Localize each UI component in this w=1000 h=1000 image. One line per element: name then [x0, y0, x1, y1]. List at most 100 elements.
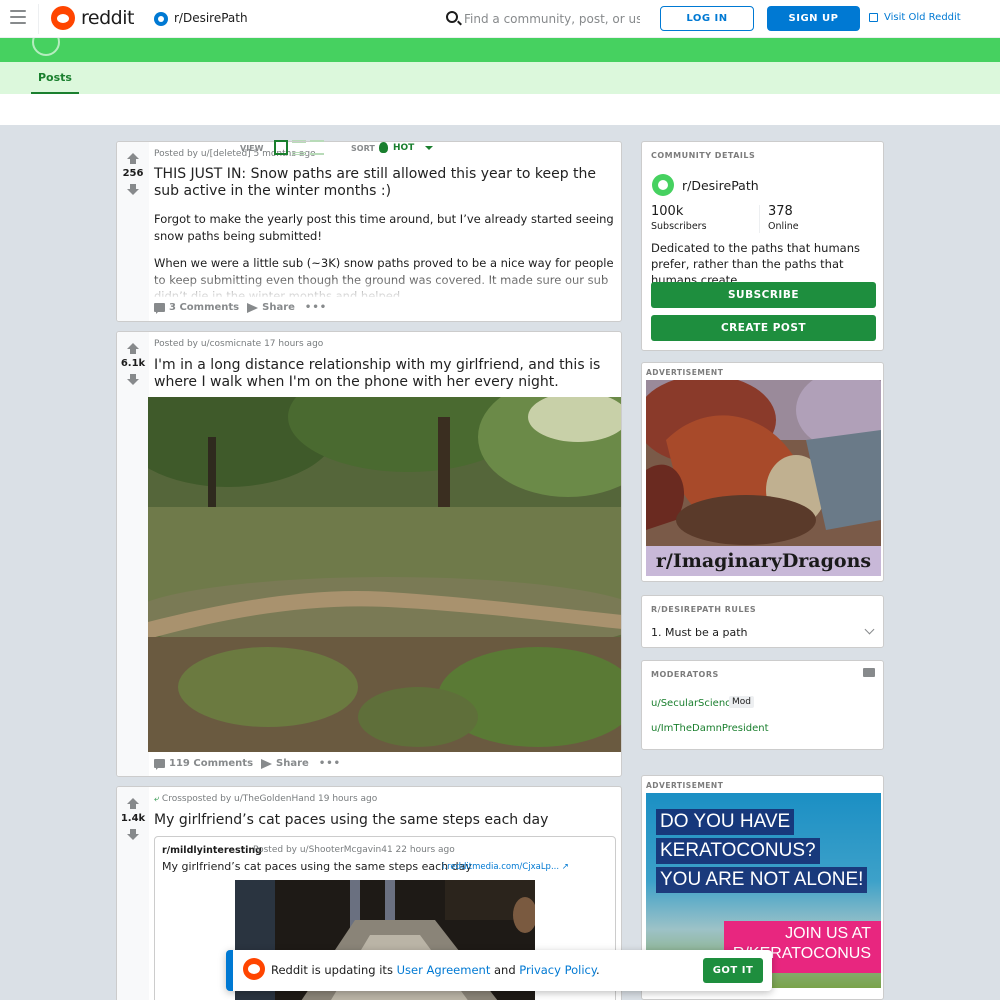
- ad-headline: KERATOCONUS?: [656, 838, 820, 864]
- post-title[interactable]: I'm in a long distance relationship with…: [154, 357, 618, 391]
- comments-button[interactable]: 119 Comments: [169, 758, 253, 769]
- post-card[interactable]: 256 Posted by u/[deleted] 5 months ago T…: [116, 141, 622, 322]
- downvote-icon[interactable]: [127, 829, 139, 841]
- post-body-paragraph: Forgot to make the yearly post this time…: [154, 212, 614, 243]
- crosspost-title[interactable]: My girlfriend’s cat paces using the same…: [162, 860, 472, 873]
- ad-label: ADVERTISEMENT: [646, 781, 724, 790]
- downvote-icon[interactable]: [127, 184, 139, 196]
- stat-divider: [759, 205, 760, 233]
- menu-icon[interactable]: [10, 10, 26, 26]
- more-options-icon[interactable]: •••: [319, 758, 341, 769]
- subscribers-label: Subscribers: [651, 221, 707, 232]
- upvote-icon[interactable]: [127, 153, 139, 165]
- community-name[interactable]: r/DesirePath: [682, 178, 759, 193]
- share-button[interactable]: Share: [276, 758, 309, 769]
- moderator-link[interactable]: u/SecularScience: [651, 698, 737, 709]
- ad-image[interactable]: r/ImaginaryDragons: [646, 380, 881, 576]
- share-icon: [261, 758, 273, 769]
- share-button[interactable]: Share: [262, 302, 295, 313]
- subreddit-header-spacer: [0, 94, 1000, 125]
- crosspost-subreddit[interactable]: r/mildlyinteresting: [162, 845, 262, 856]
- share-icon: [247, 302, 259, 313]
- crosspost-link[interactable]: i.redditmedia.com/CjxaLp... ↗: [442, 862, 569, 872]
- post-score: 6.1k: [120, 358, 146, 369]
- toast-message: Reddit is updating its User Agreement an…: [271, 963, 600, 977]
- sort-label: SORT: [351, 144, 375, 153]
- downvote-icon[interactable]: [127, 374, 139, 386]
- crosspost-meta-text: Crossposted by u/TheGoldenHand 19 hours …: [161, 794, 378, 804]
- tab-posts[interactable]: Posts: [31, 62, 79, 94]
- subscribe-button[interactable]: SUBSCRIBE: [651, 282, 876, 308]
- snoo-icon: [243, 958, 265, 980]
- comments-button[interactable]: 3 Comments: [169, 302, 239, 313]
- crosspost-original-meta: Posted by u/ShooterMcgavin41 22 hours ag…: [253, 845, 455, 855]
- widget-heading: COMMUNITY DETAILS: [651, 151, 756, 160]
- post-score: 256: [122, 168, 144, 179]
- comment-icon: [154, 759, 165, 770]
- got-it-button[interactable]: GOT IT: [703, 958, 763, 983]
- upvote-icon[interactable]: [127, 343, 139, 355]
- toast-and: and: [494, 963, 516, 977]
- subscribers-count: 100k: [651, 204, 684, 219]
- toast-prefix: Reddit is updating its: [271, 963, 393, 977]
- login-button[interactable]: LOG IN: [660, 6, 754, 31]
- current-subreddit[interactable]: r/DesirePath: [174, 11, 248, 25]
- ad-label: ADVERTISEMENT: [646, 368, 724, 377]
- external-link-icon: ↗: [561, 862, 569, 872]
- message-mods-icon[interactable]: [863, 668, 875, 677]
- ad-headline: DO YOU HAVE: [656, 809, 795, 835]
- vote-column: 256: [117, 142, 149, 321]
- classic-view-icon[interactable]: [292, 140, 306, 155]
- create-post-button[interactable]: CREATE POST: [651, 315, 876, 341]
- crosspost-meta: ⤶ Crossposted by u/TheGoldenHand 19 hour…: [154, 794, 377, 804]
- privacy-policy-link[interactable]: Privacy Policy: [519, 963, 596, 977]
- post-title[interactable]: THIS JUST IN: Snow paths are still allow…: [154, 166, 618, 200]
- widget-heading: MODERATORS: [651, 670, 719, 679]
- policy-update-toast: Reddit is updating its User Agreement an…: [226, 950, 772, 991]
- caret-down-icon[interactable]: [425, 146, 433, 150]
- comment-icon: [154, 303, 165, 314]
- user-agreement-link[interactable]: User Agreement: [397, 963, 491, 977]
- moderators-widget: MODERATORS u/SecularScience Mod u/ImTheD…: [641, 660, 884, 750]
- reddit-wordmark[interactable]: reddit: [81, 7, 134, 29]
- mod-flair: Mod: [729, 696, 754, 708]
- post-meta: Posted by u/cosmicnate 17 hours ago: [154, 339, 324, 349]
- ad-headline: YOU ARE NOT ALONE!: [656, 867, 868, 893]
- community-description: Dedicated to the paths that humans prefe…: [651, 241, 860, 287]
- chevron-down-icon[interactable]: [864, 624, 875, 635]
- subreddit-banner: [0, 28, 1000, 62]
- rules-widget: R/DESIREPATH RULES 1. Must be a path: [641, 595, 884, 648]
- compact-view-icon[interactable]: [310, 140, 324, 155]
- path-photo-illustration: [148, 397, 621, 752]
- subreddit-tabs: Posts: [0, 62, 1000, 94]
- hot-flame-icon: [379, 142, 388, 153]
- more-options-icon[interactable]: •••: [305, 302, 327, 313]
- card-view-icon[interactable]: [274, 140, 288, 155]
- vote-column: 6.1k: [117, 332, 149, 776]
- rule-item[interactable]: 1. Must be a path: [651, 626, 748, 639]
- widget-heading: R/DESIREPATH RULES: [651, 605, 757, 614]
- community-icon: [652, 174, 674, 196]
- post-title[interactable]: My girlfriend’s cat paces using the same…: [154, 812, 618, 829]
- signup-button[interactable]: SIGN UP: [767, 6, 860, 31]
- reddit-logo-icon[interactable]: [51, 6, 75, 30]
- post-image[interactable]: [148, 397, 621, 752]
- toast-suffix: .: [596, 963, 600, 977]
- search-icon: [446, 11, 458, 23]
- external-link-icon: [869, 13, 878, 22]
- search-input[interactable]: [460, 8, 640, 30]
- sort-dropdown[interactable]: HOT: [393, 143, 414, 153]
- moderator-link[interactable]: u/ImTheDamnPresident: [651, 723, 769, 734]
- crosspost-icon: ⤶: [154, 794, 160, 804]
- community-details-widget: COMMUNITY DETAILS r/DesirePath 100k Subs…: [641, 141, 884, 351]
- top-header: reddit r/DesirePath LOG IN SIGN UP Visit…: [0, 0, 1000, 38]
- advertisement-widget: ADVERTISEMENT r/ImaginaryDragons: [641, 362, 884, 582]
- ad-caption[interactable]: r/ImaginaryDragons: [646, 546, 881, 576]
- crosspost-link-text[interactable]: i.redditmedia.com/CjxaLp...: [442, 862, 559, 872]
- post-actions: 119 Comments Share •••: [154, 758, 341, 774]
- online-count: 378: [768, 204, 793, 219]
- upvote-icon[interactable]: [127, 798, 139, 810]
- ad-cta-line: JOIN US AT: [785, 925, 871, 942]
- visit-old-reddit-link[interactable]: Visit Old Reddit: [884, 12, 961, 23]
- post-card[interactable]: 6.1k Posted by u/cosmicnate 17 hours ago…: [116, 331, 622, 777]
